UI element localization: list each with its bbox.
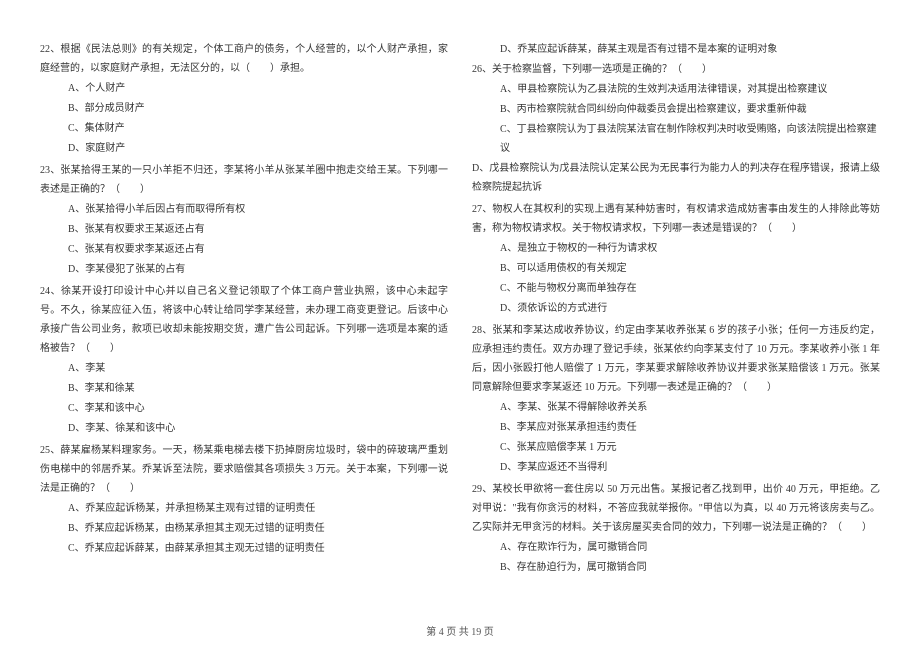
question-text: 27、物权人在其权利的实现上遇有某种妨害时，有权请求造成妨害事由发生的人排除此等… [472, 200, 880, 238]
option-b: B、部分成员财产 [68, 99, 448, 118]
question-23: 23、张某拾得王某的一只小羊拒不归还，李某将小羊从张某羊圈中抱走交给王某。下列哪… [40, 161, 448, 280]
option-d: D、李某侵犯了张某的占有 [68, 260, 448, 279]
question-25-continued: D、乔某应起诉薛某，薛某主观是否有过错不是本案的证明对象 [472, 40, 880, 60]
option-a: A、李某、张某不得解除收养关系 [500, 398, 880, 417]
question-options: A、乔某应起诉杨某，并承担杨某主观有过错的证明责任 B、乔某应起诉杨某，由杨某承… [40, 499, 448, 558]
option-a: A、乔某应起诉杨某，并承担杨某主观有过错的证明责任 [68, 499, 448, 518]
left-column: 22、根据《民法总则》的有关规定，个体工商户的债务，个人经营的，以个人财产承担，… [40, 40, 448, 610]
option-a: A、李某 [68, 359, 448, 378]
option-c: C、乔某应起诉薛某，由薛某承担其主观无过错的证明责任 [68, 539, 448, 558]
option-b: B、乔某应起诉杨某，由杨某承担其主观无过错的证明责任 [68, 519, 448, 538]
question-text: 26、关于检察监督，下列哪一选项是正确的？（ ） [472, 60, 880, 79]
option-d: D、李某应返还不当得利 [500, 458, 880, 477]
question-text: 23、张某拾得王某的一只小羊拒不归还，李某将小羊从张某羊圈中抱走交给王某。下列哪… [40, 161, 448, 199]
question-28: 28、张某和李某达成收养协议，约定由李某收养张某 6 岁的孩子小张；任何一方违反… [472, 321, 880, 478]
question-text: 22、根据《民法总则》的有关规定，个体工商户的债务，个人经营的，以个人财产承担，… [40, 40, 448, 78]
option-a: A、是独立于物权的一种行为请求权 [500, 239, 880, 258]
question-text: 25、薛某雇杨某料理家务。一天，杨某乘电梯去楼下扔掉厨房垃圾时，袋中的碎玻璃严重… [40, 441, 448, 498]
option-d: D、乔某应起诉薛某，薛某主观是否有过错不是本案的证明对象 [500, 40, 880, 59]
question-options: A、李某、张某不得解除收养关系 B、李某应对张某承担违约责任 C、张某应赔偿李某… [472, 398, 880, 477]
question-options: A、个人财产 B、部分成员财产 C、集体财产 D、家庭财产 [40, 79, 448, 158]
option-b: B、丙市检察院就合同纠纷向仲裁委员会提出检察建议，要求重新仲裁 [500, 100, 880, 119]
option-d: D、戊县检察院认为戊县法院认定某公民为无民事行为能力人的判决存在程序错误，报请上… [472, 159, 880, 197]
option-a: A、存在欺诈行为，属可撤销合同 [500, 538, 880, 557]
option-b: B、可以适用债权的有关规定 [500, 259, 880, 278]
option-b: B、李某应对张某承担违约责任 [500, 418, 880, 437]
option-c: C、李某和该中心 [68, 399, 448, 418]
option-a: A、甲县检察院认为乙县法院的生效判决适用法律错误，对其提出检察建议 [500, 80, 880, 99]
question-options: A、存在欺诈行为，属可撤销合同 B、存在胁迫行为，属可撤销合同 [472, 538, 880, 577]
option-d: D、家庭财产 [68, 139, 448, 158]
question-options: A、张某拾得小羊后因占有而取得所有权 B、张某有权要求王某返还占有 C、张某有权… [40, 200, 448, 279]
right-column: D、乔某应起诉薛某，薛某主观是否有过错不是本案的证明对象 26、关于检察监督，下… [472, 40, 880, 610]
option-b: B、存在胁迫行为，属可撤销合同 [500, 558, 880, 577]
option-c: C、张某应赔偿李某 1 万元 [500, 438, 880, 457]
option-c: C、不能与物权分离而单独存在 [500, 279, 880, 298]
question-text: 29、某校长甲欲将一套住房以 50 万元出售。某报记者乙找到甲，出价 40 万元… [472, 480, 880, 537]
question-29: 29、某校长甲欲将一套住房以 50 万元出售。某报记者乙找到甲，出价 40 万元… [472, 480, 880, 578]
option-c: C、集体财产 [68, 119, 448, 138]
question-22: 22、根据《民法总则》的有关规定，个体工商户的债务，个人经营的，以个人财产承担，… [40, 40, 448, 159]
question-options: A、甲县检察院认为乙县法院的生效判决适用法律错误，对其提出检察建议 B、丙市检察… [472, 80, 880, 158]
question-options: A、李某 B、李某和徐某 C、李某和该中心 D、李某、徐某和该中心 [40, 359, 448, 438]
option-a: A、张某拾得小羊后因占有而取得所有权 [68, 200, 448, 219]
question-text: 24、徐某开设打印设计中心并以自己名义登记领取了个体工商户营业执照，该中心未起字… [40, 282, 448, 358]
option-c: C、丁县检察院认为丁县法院某法官在制作除权判决时收受贿赂，向该法院提出检察建议 [500, 120, 880, 158]
option-c: C、张某有权要求李某返还占有 [68, 240, 448, 259]
option-a: A、个人财产 [68, 79, 448, 98]
question-26: 26、关于检察监督，下列哪一选项是正确的？（ ） A、甲县检察院认为乙县法院的生… [472, 60, 880, 198]
question-25: 25、薛某雇杨某料理家务。一天，杨某乘电梯去楼下扔掉厨房垃圾时，袋中的碎玻璃严重… [40, 441, 448, 559]
question-options: A、是独立于物权的一种行为请求权 B、可以适用债权的有关规定 C、不能与物权分离… [472, 239, 880, 318]
question-27: 27、物权人在其权利的实现上遇有某种妨害时，有权请求造成妨害事由发生的人排除此等… [472, 200, 880, 319]
question-text: 28、张某和李某达成收养协议，约定由李某收养张某 6 岁的孩子小张；任何一方违反… [472, 321, 880, 397]
option-b: B、李某和徐某 [68, 379, 448, 398]
option-b: B、张某有权要求王某返还占有 [68, 220, 448, 239]
option-d: D、须依诉讼的方式进行 [500, 299, 880, 318]
option-d: D、李某、徐某和该中心 [68, 419, 448, 438]
page-footer: 第 4 页 共 19 页 [0, 623, 920, 638]
question-24: 24、徐某开设打印设计中心并以自己名义登记领取了个体工商户营业执照，该中心未起字… [40, 282, 448, 439]
